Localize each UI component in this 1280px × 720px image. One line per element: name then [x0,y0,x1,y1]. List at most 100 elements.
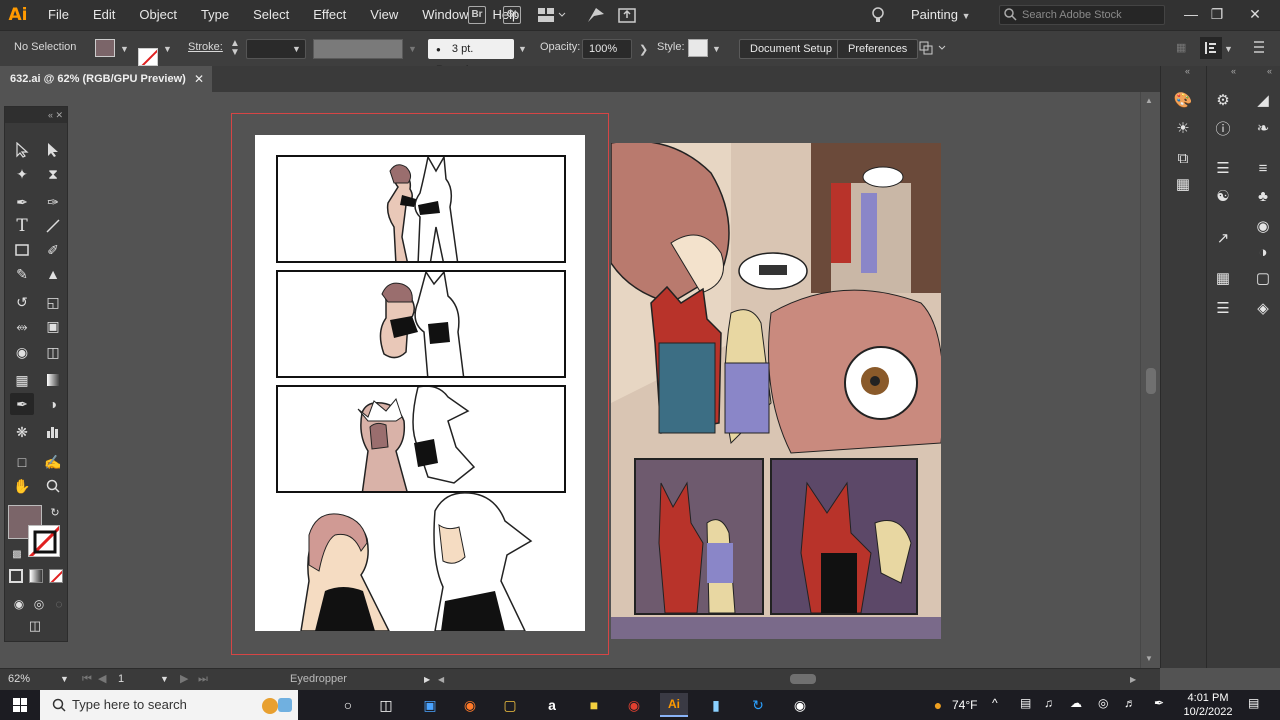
menu-effect[interactable]: Effect [301,0,358,30]
panel-menu-icon[interactable] [1252,38,1266,59]
transparency-icon[interactable]: ◑ [1251,240,1275,264]
color-guide-icon[interactable]: 🎨 [1171,88,1195,112]
notification-icon[interactable]: ▤ [1248,696,1259,710]
chevron-right-icon[interactable]: ❯ [639,43,648,56]
menu-file[interactable]: File [36,0,81,30]
lasso-tool-icon[interactable]: ⧗ [41,163,65,185]
type-tool-icon[interactable]: T [10,215,34,237]
symbol-sprayer-tool-icon[interactable]: ❋ [10,421,34,443]
expand-dock-icon[interactable]: « [1267,66,1272,76]
graphic-styles-icon[interactable]: ◉ [1251,214,1275,238]
artboard[interactable] [255,135,585,631]
properties-toggle-icon[interactable] [1200,37,1222,59]
speaker-icon[interactable]: ♫ [1044,696,1053,710]
gradient-panel-icon[interactable]: ▢ [1251,266,1275,290]
draw-inside-icon[interactable]: ◌ [47,593,71,615]
pen-tool-icon[interactable]: ✒ [10,191,34,213]
status-menu-icon[interactable]: ▶ [424,671,430,688]
menu-object[interactable]: Object [127,0,189,30]
previous-artboard-icon[interactable]: ◀ [98,671,106,688]
variable-width-profile[interactable] [313,39,403,59]
stroke-swatch[interactable] [138,47,158,66]
illustrator-taskbar-icon[interactable]: Ai [660,693,688,717]
direct-selection-tool-icon[interactable] [41,139,65,161]
chevron-down-icon[interactable]: ▼ [1224,44,1233,54]
task-view-icon[interactable]: ◫ [372,693,400,717]
chevron-down-icon[interactable]: ▼ [712,44,721,54]
mesh-tool-icon[interactable]: ▦ [10,369,34,391]
zoom-tool-icon[interactable] [41,475,65,497]
gradient-mode-icon[interactable] [29,569,43,583]
tray-chevron-icon[interactable]: ^ [992,696,998,710]
screen-mode-icon[interactable]: ◫ [23,615,47,637]
menu-select[interactable]: Select [241,0,301,30]
onedrive-icon[interactable]: ☁ [1070,696,1082,710]
chevron-down-icon[interactable]: ▼ [163,44,172,54]
comic-panel-4[interactable] [295,491,545,631]
info-icon[interactable]: ⓘ [1211,116,1235,140]
stroke-panel-icon[interactable]: ≡ [1251,156,1275,180]
vertical-scrollbar[interactable]: ▲ ▼ [1140,92,1160,668]
export-icon[interactable]: ↗ [1211,226,1235,250]
symbols-icon[interactable]: ♣ [1251,184,1275,208]
perspective-grid-tool-icon[interactable]: ◫ [41,341,65,363]
comic-page-color[interactable] [611,143,941,639]
gradient-tool-icon[interactable] [41,369,65,391]
selection-tool-icon[interactable] [10,139,34,161]
eraser-tool-icon[interactable]: ▲ [41,263,65,285]
canvas-area[interactable] [70,92,1140,668]
chevron-down-icon[interactable]: ▼ [120,44,129,54]
appearance-icon[interactable]: ◢ [1251,88,1275,112]
scale-tool-icon[interactable]: ◱ [41,291,65,313]
sticky-notes-icon[interactable]: ■ [580,693,608,717]
menu-view[interactable]: View [358,0,410,30]
menu-edit[interactable]: Edit [81,0,127,30]
pencil-tool-icon[interactable]: ✎ [10,263,34,285]
pen-icon[interactable]: ✒ [1154,696,1164,710]
layers-icon[interactable]: ☰ [1211,156,1235,180]
scroll-left-icon[interactable]: ◀ [438,671,444,688]
arrange-icon[interactable] [918,40,948,59]
transform-icon[interactable]: ▦ [1211,266,1235,290]
preferences-button[interactable]: Preferences [837,39,919,59]
vertical-scroll-thumb[interactable] [1146,368,1156,394]
refresh-app-icon[interactable]: ↻ [744,693,772,717]
opacity-field[interactable]: 100% [582,39,632,59]
chevron-down-icon[interactable]: ▼ [518,44,527,54]
properties-gear-icon[interactable]: ⚙ [1211,88,1235,112]
obs-icon[interactable]: ◉ [786,693,814,717]
search-highlight-icon[interactable] [258,692,294,718]
tools-panel-header[interactable]: « ✕ [5,107,67,123]
width-tool-icon[interactable]: ⥈ [10,315,34,337]
last-artboard-icon[interactable]: ⏭ [198,671,208,688]
restore-icon[interactable]: ❐ [1202,0,1232,30]
amazon-icon[interactable]: a [538,693,566,717]
blend-tool-icon[interactable]: ◑ [41,393,65,415]
scroll-right-icon[interactable]: ▶ [1130,671,1136,688]
workspace-switcher[interactable]: Painting ▼ [911,0,971,30]
brush-definition[interactable]: ● 3 pt. Round [428,39,514,76]
cortana-icon[interactable]: ○ [334,693,362,717]
search-input[interactable]: Search Adobe Stock [999,5,1165,25]
stroke-color-box[interactable] [28,525,60,557]
brightness-icon[interactable]: ☀ [1171,116,1195,140]
first-artboard-icon[interactable]: ⏮ [82,671,92,688]
notebook-app-icon[interactable]: ▮ [702,693,730,717]
stroke-stepper[interactable]: ▲ ▼ [230,39,240,58]
column-graph-tool-icon[interactable] [41,421,65,443]
firefox-icon[interactable]: ◉ [456,693,484,717]
horizontal-scroll-thumb[interactable] [790,674,816,684]
zoom-level[interactable]: 62% [8,671,30,688]
free-transform-tool-icon[interactable]: ▣ [41,315,65,337]
close-icon[interactable]: ✕ [194,66,204,92]
arrange-documents-icon[interactable] [538,8,566,25]
comic-panel-1[interactable] [276,155,566,263]
default-colors-icon[interactable]: ▩ [5,543,29,565]
weather-temperature[interactable]: 74°F [952,698,977,712]
pathfinder-icon[interactable]: ◈ [1251,296,1275,320]
none-mode-icon[interactable] [49,569,63,583]
brushes-icon[interactable]: ❧ [1251,116,1275,140]
share-icon[interactable] [618,6,636,27]
start-button[interactable] [0,690,40,720]
color-mode-icon[interactable] [9,569,23,583]
